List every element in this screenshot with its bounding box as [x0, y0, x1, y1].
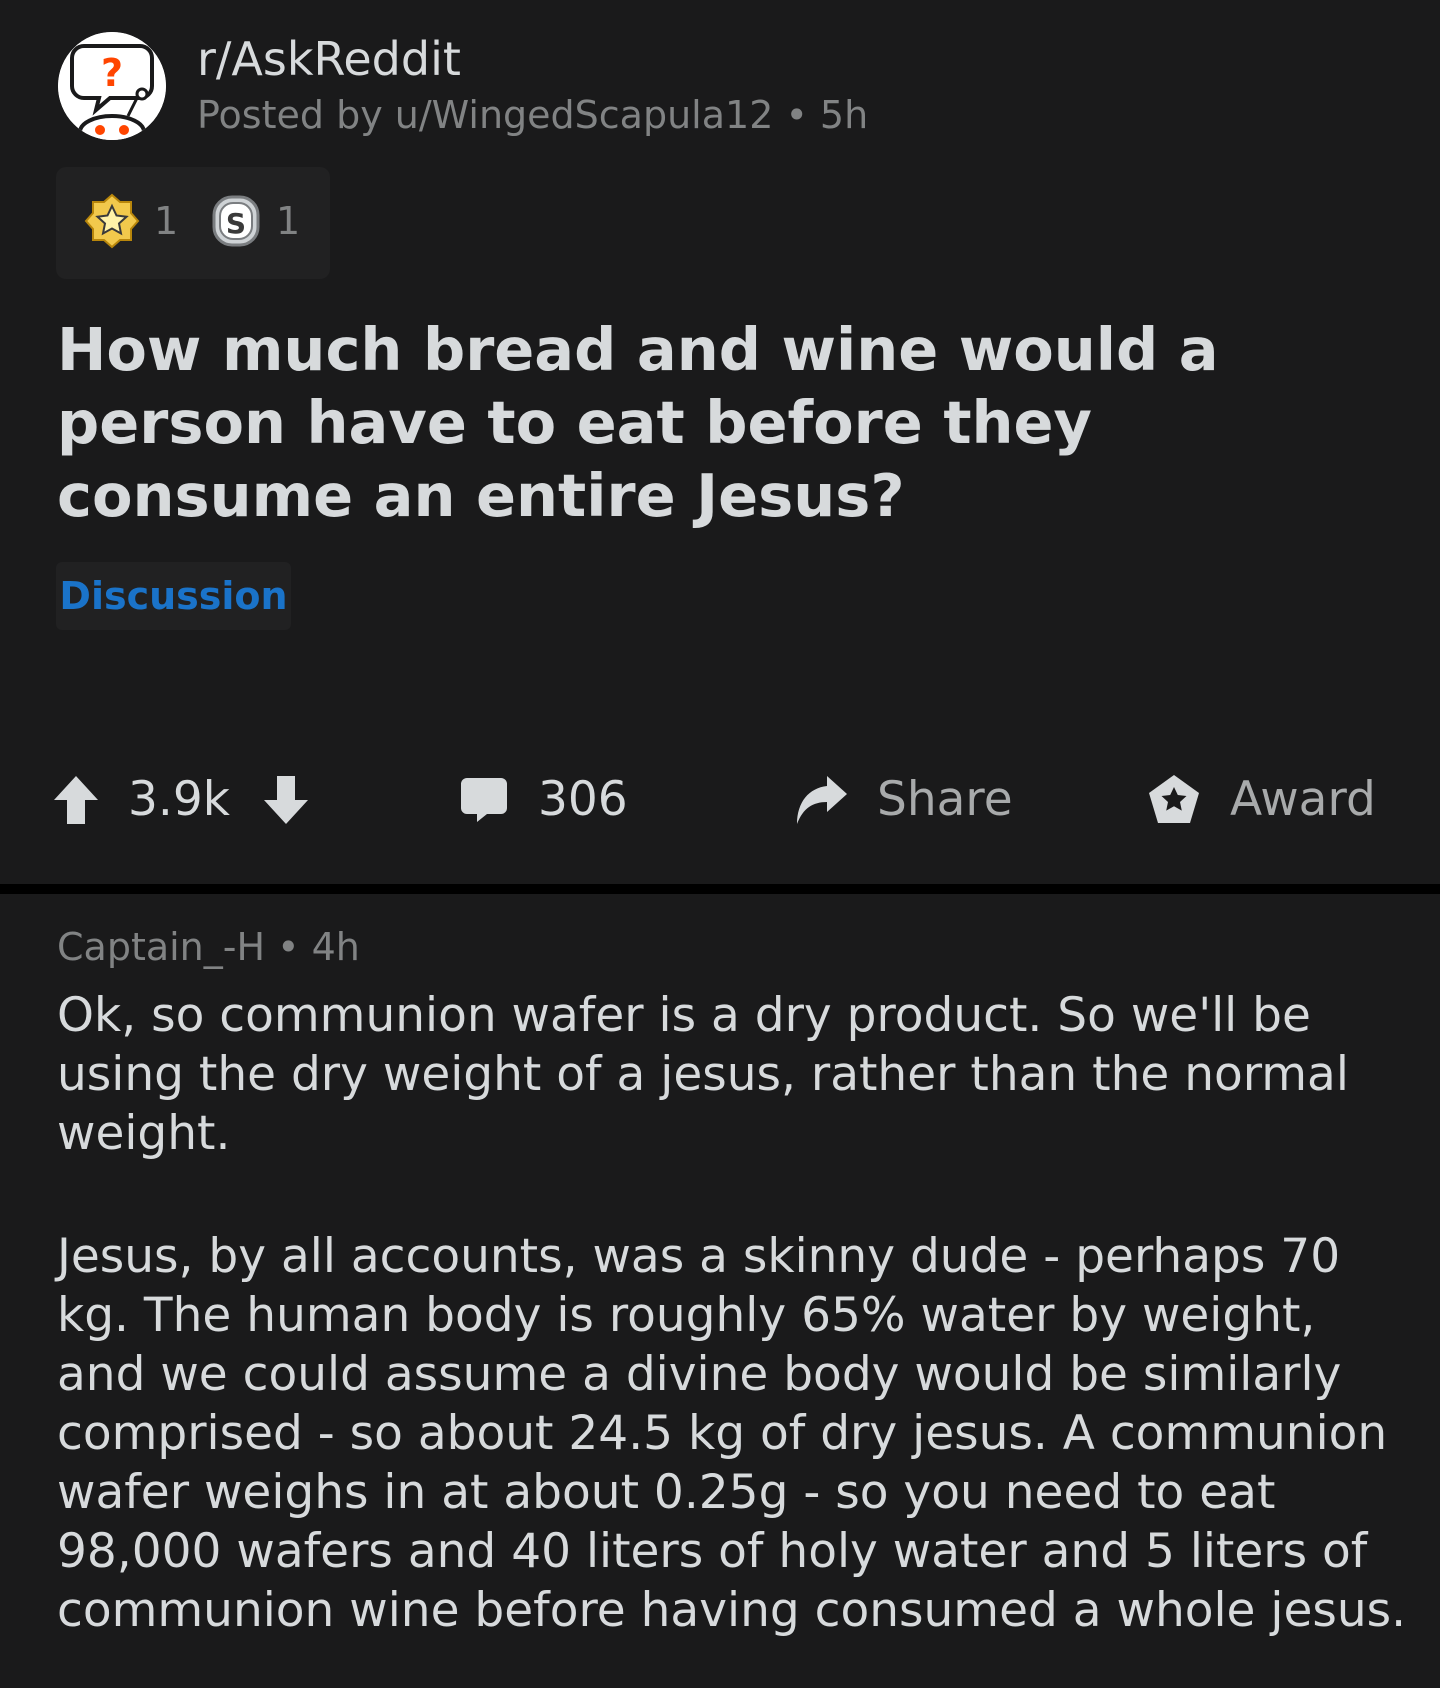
- silver-coin-award-icon: S: [212, 195, 260, 247]
- comment-body: Ok, so communion wafer is a dry product.…: [57, 986, 1417, 1640]
- award-button[interactable]: Award: [1230, 760, 1376, 840]
- subreddit-avatar[interactable]: ?: [58, 32, 166, 140]
- post-action-bar: 3.9k 306 Share Award: [0, 760, 1440, 840]
- gold-award-count: 1: [154, 199, 179, 243]
- post-flair[interactable]: Discussion: [56, 562, 291, 630]
- post-card: ? r/AskReddit Posted by u/WingedScapula1…: [0, 0, 1440, 884]
- upvote-arrow-icon[interactable]: [52, 774, 100, 826]
- comments-count[interactable]: 306: [538, 760, 628, 840]
- awards-bar[interactable]: 1 S 1: [56, 167, 330, 279]
- askreddit-snoo-question-icon: ?: [58, 32, 166, 140]
- share-button[interactable]: Share: [877, 760, 1013, 840]
- svg-text:S: S: [226, 207, 246, 240]
- comment-paragraph: Ok, so communion wafer is a dry product.…: [57, 988, 1349, 1161]
- downvote-arrow-icon[interactable]: [262, 774, 310, 826]
- subreddit-name[interactable]: r/AskReddit: [197, 30, 461, 88]
- comment-card: Captain_-H • 4h Ok, so communion wafer i…: [0, 894, 1440, 1688]
- post-score: 3.9k: [128, 772, 230, 827]
- share-arrow-icon[interactable]: [793, 772, 849, 828]
- silver-award-count: 1: [276, 199, 301, 243]
- gold-star-award-icon: [84, 193, 140, 249]
- section-divider: [0, 884, 1440, 894]
- comment-paragraph: Jesus, by all accounts, was a skinny dud…: [57, 1229, 1407, 1638]
- svg-text:?: ?: [101, 51, 123, 95]
- comment-bubble-icon[interactable]: [459, 776, 509, 824]
- award-star-icon[interactable]: [1146, 772, 1202, 828]
- comment-author-meta[interactable]: Captain_-H • 4h: [57, 922, 360, 972]
- post-author-meta[interactable]: Posted by u/WingedScapula12 • 5h: [197, 90, 868, 140]
- post-title[interactable]: How much bread and wine would a person h…: [57, 313, 1377, 532]
